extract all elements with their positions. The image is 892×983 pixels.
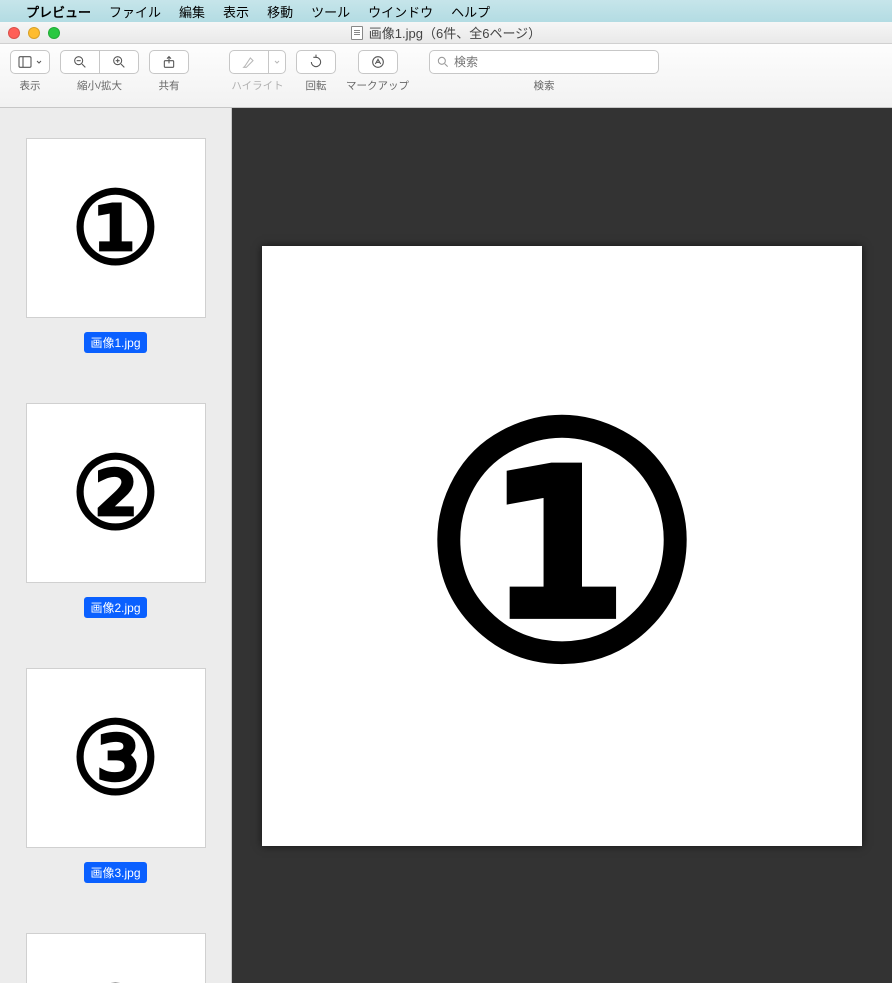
search-field[interactable] <box>429 50 659 74</box>
content-area: ① 画像1.jpg ② 画像2.jpg ③ 画像3.jpg ④ 画像4.jpg … <box>0 108 892 983</box>
highlight-button[interactable] <box>229 50 269 74</box>
document-icon <box>351 26 363 40</box>
tools-menu[interactable]: ツール <box>311 2 350 21</box>
zoom-window-button[interactable] <box>48 27 60 39</box>
thumbnail-label[interactable]: 画像3.jpg <box>84 862 146 883</box>
thumbnail-item[interactable]: ④ 画像4.jpg <box>0 933 231 983</box>
highlight-group: ハイライト <box>229 50 286 93</box>
zoom-in-icon <box>111 54 127 70</box>
thumbnail-image: ④ <box>26 933 206 983</box>
thumbnail-item[interactable]: ② 画像2.jpg <box>0 403 231 618</box>
search-icon <box>436 55 450 69</box>
sidebar-icon <box>17 54 33 70</box>
edit-menu[interactable]: 編集 <box>179 2 205 21</box>
markup-button[interactable] <box>358 50 398 74</box>
traffic-lights <box>8 27 60 39</box>
highlighter-icon <box>241 54 257 70</box>
rotate-left-icon <box>308 54 324 70</box>
window-title: 画像1.jpg（6件、全6ページ） <box>369 23 541 42</box>
help-menu[interactable]: ヘルプ <box>451 2 490 21</box>
highlight-label: ハイライト <box>231 78 283 93</box>
close-button[interactable] <box>8 27 20 39</box>
zoom-in-button[interactable] <box>99 50 139 74</box>
zoom-group: 縮小/拡大 <box>60 50 139 93</box>
toolbar: 表示 縮小/拡大 共有 <box>0 44 892 108</box>
markup-label: マークアップ <box>346 78 409 93</box>
view-mode-group: 表示 <box>10 50 50 93</box>
thumbnail-image: ① <box>26 138 206 318</box>
search-input[interactable] <box>454 55 652 69</box>
go-menu[interactable]: 移動 <box>267 2 293 21</box>
thumbnail-label[interactable]: 画像1.jpg <box>84 332 146 353</box>
thumbnail-item[interactable]: ① 画像1.jpg <box>0 138 231 353</box>
thumbnail-image: ③ <box>26 668 206 848</box>
markup-icon <box>370 54 386 70</box>
rotate-label: 回転 <box>306 78 327 93</box>
zoom-out-icon <box>72 54 88 70</box>
rotate-button[interactable] <box>296 50 336 74</box>
share-group: 共有 <box>149 50 189 93</box>
minimize-button[interactable] <box>28 27 40 39</box>
search-group: 検索 <box>429 50 659 93</box>
rotate-group: 回転 <box>296 50 336 93</box>
window-menu[interactable]: ウインドウ <box>368 2 433 21</box>
share-label: 共有 <box>159 78 180 93</box>
highlight-dropdown-button[interactable] <box>268 50 286 74</box>
share-icon <box>161 54 177 70</box>
preview-window: 画像1.jpg（6件、全6ページ） 表示 縮小/拡大 <box>0 22 892 983</box>
search-label: 検索 <box>534 78 555 93</box>
thumbnail-image: ② <box>26 403 206 583</box>
titlebar[interactable]: 画像1.jpg（6件、全6ページ） <box>0 22 892 44</box>
window-title-group: 画像1.jpg（6件、全6ページ） <box>351 23 541 42</box>
share-button[interactable] <box>149 50 189 74</box>
chevron-down-icon <box>35 55 43 69</box>
thumbnail-item[interactable]: ③ 画像3.jpg <box>0 668 231 883</box>
chevron-down-icon <box>273 55 281 69</box>
menubar: プレビュー ファイル 編集 表示 移動 ツール ウインドウ ヘルプ <box>0 0 892 22</box>
view-mode-button[interactable] <box>10 50 50 74</box>
zoom-label: 縮小/拡大 <box>77 78 122 93</box>
markup-group: マークアップ <box>346 50 409 93</box>
zoom-out-button[interactable] <box>60 50 100 74</box>
thumbnail-sidebar[interactable]: ① 画像1.jpg ② 画像2.jpg ③ 画像3.jpg ④ 画像4.jpg <box>0 108 232 983</box>
main-canvas[interactable]: ① <box>232 108 892 983</box>
app-menu[interactable]: プレビュー <box>26 2 91 21</box>
view-mode-label: 表示 <box>20 78 41 93</box>
view-menu[interactable]: 表示 <box>223 2 249 21</box>
thumbnail-label[interactable]: 画像2.jpg <box>84 597 146 618</box>
file-menu[interactable]: ファイル <box>109 2 161 21</box>
current-page[interactable]: ① <box>262 246 862 846</box>
